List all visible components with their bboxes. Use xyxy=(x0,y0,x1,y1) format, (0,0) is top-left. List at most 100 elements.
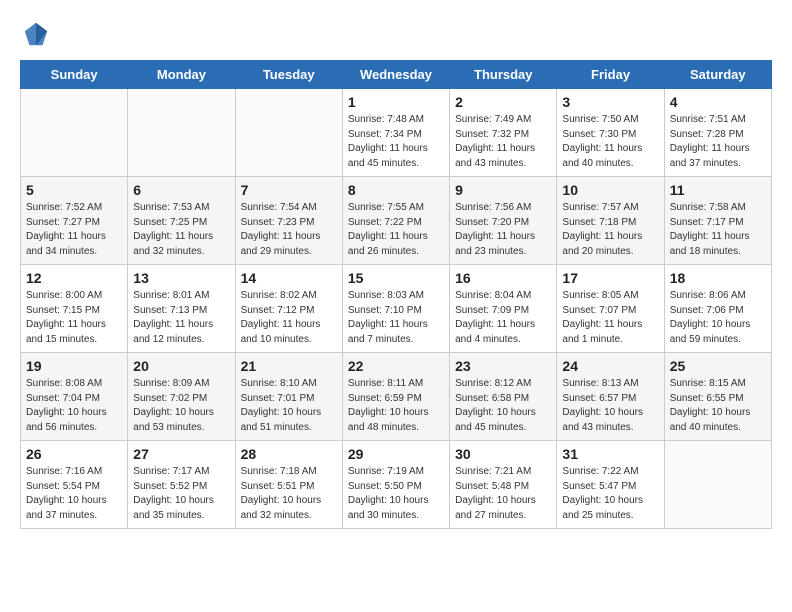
day-info: Sunrise: 7:52 AM Sunset: 7:27 PM Dayligh… xyxy=(26,201,122,259)
day-number: 17 xyxy=(562,270,658,286)
calendar-cell xyxy=(664,441,771,529)
calendar-cell: 28Sunrise: 7:18 AM Sunset: 5:51 PM Dayli… xyxy=(235,441,342,529)
day-number: 4 xyxy=(670,94,766,110)
day-number: 21 xyxy=(241,358,337,374)
day-info: Sunrise: 8:10 AM Sunset: 7:01 PM Dayligh… xyxy=(241,377,337,435)
day-info: Sunrise: 7:58 AM Sunset: 7:17 PM Dayligh… xyxy=(670,201,766,259)
day-number: 13 xyxy=(133,270,229,286)
calendar-cell: 15 Sunrise: 8:03 AM Sunset: 7:10 PM Dayli… xyxy=(342,265,449,353)
day-number: 31 xyxy=(562,446,658,462)
day-info: Sunrise: 7:53 AM Sunset: 7:25 PM Dayligh… xyxy=(133,201,229,259)
calendar-cell: 20 Sunrise: 8:09 AM Sunset: 7:02 PM Dayli… xyxy=(128,353,235,441)
day-number: 25 xyxy=(670,358,766,374)
day-number: 12 xyxy=(26,270,122,286)
day-info: Sunrise: 7:55 AM Sunset: 7:22 PM Dayligh… xyxy=(348,201,444,259)
calendar-week-row: 12 Sunrise: 8:00 AM Sunset: 7:15 PM Dayli… xyxy=(21,265,772,353)
day-number: 24 xyxy=(562,358,658,374)
day-info: Sunrise: 8:03 AM Sunset: 7:10 PM Dayligh… xyxy=(348,289,444,347)
day-info: Sunrise: 7:19 AM Sunset: 5:50 PM Dayligh… xyxy=(348,465,444,523)
calendar-week-row: 5 Sunrise: 7:52 AM Sunset: 7:27 PM Daylig… xyxy=(21,177,772,265)
calendar-cell: 30Sunrise: 7:21 AM Sunset: 5:48 PM Dayli… xyxy=(450,441,557,529)
day-info: Sunrise: 7:50 AM Sunset: 7:30 PM Dayligh… xyxy=(562,113,658,171)
day-number: 27 xyxy=(133,446,229,462)
calendar-cell: 27 Sunrise: 7:17 AM Sunset: 5:52 PM Dayli… xyxy=(128,441,235,529)
day-number: 2 xyxy=(455,94,551,110)
day-number: 3 xyxy=(562,94,658,110)
calendar-cell: 1Sunrise: 7:48 AM Sunset: 7:34 PM Daylig… xyxy=(342,89,449,177)
day-number: 15 xyxy=(348,270,444,286)
day-info: Sunrise: 8:11 AM Sunset: 6:59 PM Dayligh… xyxy=(348,377,444,435)
day-header-tuesday: Tuesday xyxy=(235,61,342,89)
calendar-cell: 21 Sunrise: 8:10 AM Sunset: 7:01 PM Dayli… xyxy=(235,353,342,441)
day-info: Sunrise: 8:05 AM Sunset: 7:07 PM Dayligh… xyxy=(562,289,658,347)
day-header-thursday: Thursday xyxy=(450,61,557,89)
calendar-cell: 10 Sunrise: 7:57 AM Sunset: 7:18 PM Dayli… xyxy=(557,177,664,265)
calendar-cell: 11Sunrise: 7:58 AM Sunset: 7:17 PM Dayli… xyxy=(664,177,771,265)
day-number: 22 xyxy=(348,358,444,374)
day-info: Sunrise: 8:12 AM Sunset: 6:58 PM Dayligh… xyxy=(455,377,551,435)
calendar-cell: 13Sunrise: 8:01 AM Sunset: 7:13 PM Dayli… xyxy=(128,265,235,353)
day-number: 29 xyxy=(348,446,444,462)
day-number: 28 xyxy=(241,446,337,462)
day-number: 20 xyxy=(133,358,229,374)
calendar-cell: 19 Sunrise: 8:08 AM Sunset: 7:04 PM Dayli… xyxy=(21,353,128,441)
day-info: Sunrise: 8:04 AM Sunset: 7:09 PM Dayligh… xyxy=(455,289,551,347)
calendar-cell: 8 Sunrise: 7:55 AM Sunset: 7:22 PM Daylig… xyxy=(342,177,449,265)
day-info: Sunrise: 7:22 AM Sunset: 5:47 PM Dayligh… xyxy=(562,465,658,523)
day-header-sunday: Sunday xyxy=(21,61,128,89)
day-number: 5 xyxy=(26,182,122,198)
day-info: Sunrise: 7:56 AM Sunset: 7:20 PM Dayligh… xyxy=(455,201,551,259)
day-info: Sunrise: 7:17 AM Sunset: 5:52 PM Dayligh… xyxy=(133,465,229,523)
calendar-cell xyxy=(235,89,342,177)
day-header-monday: Monday xyxy=(128,61,235,89)
day-info: Sunrise: 8:13 AM Sunset: 6:57 PM Dayligh… xyxy=(562,377,658,435)
day-number: 23 xyxy=(455,358,551,374)
calendar-cell: 29 Sunrise: 7:19 AM Sunset: 5:50 PM Dayli… xyxy=(342,441,449,529)
day-info: Sunrise: 7:51 AM Sunset: 7:28 PM Dayligh… xyxy=(670,113,766,171)
day-info: Sunrise: 8:02 AM Sunset: 7:12 PM Dayligh… xyxy=(241,289,337,347)
calendar-week-row: 1Sunrise: 7:48 AM Sunset: 7:34 PM Daylig… xyxy=(21,89,772,177)
calendar-header-row: SundayMondayTuesdayWednesdayThursdayFrid… xyxy=(21,61,772,89)
calendar-week-row: 19 Sunrise: 8:08 AM Sunset: 7:04 PM Dayli… xyxy=(21,353,772,441)
day-info: Sunrise: 7:49 AM Sunset: 7:32 PM Dayligh… xyxy=(455,113,551,171)
calendar-week-row: 26 Sunrise: 7:16 AM Sunset: 5:54 PM Dayli… xyxy=(21,441,772,529)
calendar-cell: 26 Sunrise: 7:16 AM Sunset: 5:54 PM Dayli… xyxy=(21,441,128,529)
day-number: 10 xyxy=(562,182,658,198)
calendar-cell: 22 Sunrise: 8:11 AM Sunset: 6:59 PM Dayli… xyxy=(342,353,449,441)
day-number: 26 xyxy=(26,446,122,462)
calendar-cell: 24 Sunrise: 8:13 AM Sunset: 6:57 PM Dayli… xyxy=(557,353,664,441)
day-number: 7 xyxy=(241,182,337,198)
day-info: Sunrise: 7:16 AM Sunset: 5:54 PM Dayligh… xyxy=(26,465,122,523)
calendar-cell: 4 Sunrise: 7:51 AM Sunset: 7:28 PM Daylig… xyxy=(664,89,771,177)
day-info: Sunrise: 8:15 AM Sunset: 6:55 PM Dayligh… xyxy=(670,377,766,435)
calendar-cell: 18Sunrise: 8:06 AM Sunset: 7:06 PM Dayli… xyxy=(664,265,771,353)
day-number: 9 xyxy=(455,182,551,198)
day-info: Sunrise: 8:08 AM Sunset: 7:04 PM Dayligh… xyxy=(26,377,122,435)
day-info: Sunrise: 8:00 AM Sunset: 7:15 PM Dayligh… xyxy=(26,289,122,347)
calendar-cell: 16 Sunrise: 8:04 AM Sunset: 7:09 PM Dayli… xyxy=(450,265,557,353)
calendar-cell: 6 Sunrise: 7:53 AM Sunset: 7:25 PM Daylig… xyxy=(128,177,235,265)
day-number: 30 xyxy=(455,446,551,462)
day-number: 6 xyxy=(133,182,229,198)
calendar-cell: 25 Sunrise: 8:15 AM Sunset: 6:55 PM Dayli… xyxy=(664,353,771,441)
calendar-cell: 12 Sunrise: 8:00 AM Sunset: 7:15 PM Dayli… xyxy=(21,265,128,353)
day-header-friday: Friday xyxy=(557,61,664,89)
calendar-cell: 5 Sunrise: 7:52 AM Sunset: 7:27 PM Daylig… xyxy=(21,177,128,265)
day-number: 1 xyxy=(348,94,444,110)
day-number: 16 xyxy=(455,270,551,286)
day-number: 8 xyxy=(348,182,444,198)
day-number: 14 xyxy=(241,270,337,286)
calendar-cell xyxy=(128,89,235,177)
day-info: Sunrise: 7:54 AM Sunset: 7:23 PM Dayligh… xyxy=(241,201,337,259)
calendar-cell: 14 Sunrise: 8:02 AM Sunset: 7:12 PM Dayli… xyxy=(235,265,342,353)
calendar-cell: 7 Sunrise: 7:54 AM Sunset: 7:23 PM Daylig… xyxy=(235,177,342,265)
day-info: Sunrise: 8:09 AM Sunset: 7:02 PM Dayligh… xyxy=(133,377,229,435)
calendar-cell: 17 Sunrise: 8:05 AM Sunset: 7:07 PM Dayli… xyxy=(557,265,664,353)
day-info: Sunrise: 7:57 AM Sunset: 7:18 PM Dayligh… xyxy=(562,201,658,259)
page-header xyxy=(20,20,772,44)
calendar-cell: 23 Sunrise: 8:12 AM Sunset: 6:58 PM Dayli… xyxy=(450,353,557,441)
calendar-cell: 2 Sunrise: 7:49 AM Sunset: 7:32 PM Daylig… xyxy=(450,89,557,177)
logo xyxy=(20,20,50,44)
day-number: 19 xyxy=(26,358,122,374)
calendar-cell: 9 Sunrise: 7:56 AM Sunset: 7:20 PM Daylig… xyxy=(450,177,557,265)
